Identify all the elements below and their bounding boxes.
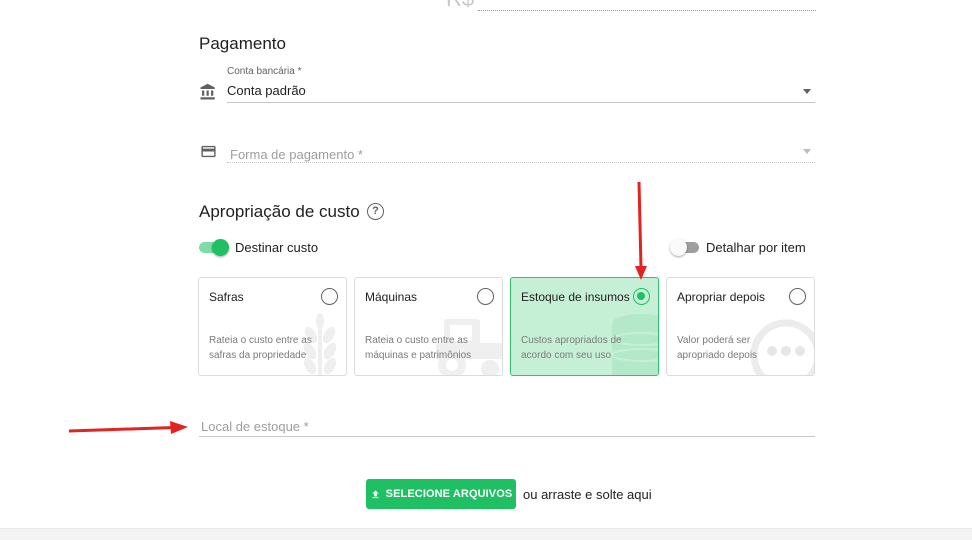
chevron-down-icon[interactable] bbox=[803, 89, 811, 94]
card-title: Estoque de insumos bbox=[521, 290, 630, 304]
credit-card-icon bbox=[199, 143, 218, 165]
option-card-maquinas[interactable]: Máquinas Rateia o custo entre as máquina… bbox=[354, 277, 503, 376]
local-estoque-field[interactable]: Local de estoque * bbox=[199, 416, 815, 438]
bank-icon bbox=[199, 83, 217, 106]
chevron-down-icon[interactable] bbox=[803, 149, 811, 154]
currency-prefix: R$ bbox=[446, 0, 474, 12]
radio-button-selected[interactable] bbox=[633, 288, 650, 305]
drag-drop-hint: ou arraste e solte aqui bbox=[523, 487, 652, 502]
destinar-custo-label: Destinar custo bbox=[235, 240, 319, 255]
conta-bancaria-label: Conta bancária * bbox=[227, 66, 302, 77]
value-field-underline bbox=[478, 10, 816, 11]
card-description: Valor poderá ser apropriado depois bbox=[677, 335, 758, 361]
pagamento-title: Pagamento bbox=[199, 34, 286, 53]
annotation-arrow-right bbox=[68, 421, 188, 434]
toggle-knob bbox=[212, 239, 229, 256]
option-card-apropriar-depois[interactable]: Apropriar depois Valor poderá ser apropr… bbox=[666, 277, 815, 376]
card-description: Rateia o custo entre as safras da propri… bbox=[209, 335, 312, 361]
local-estoque-underline bbox=[199, 436, 815, 437]
footer-bar bbox=[0, 528, 972, 540]
radio-button[interactable] bbox=[321, 288, 338, 305]
local-estoque-placeholder: Local de estoque * bbox=[201, 419, 309, 434]
value-field[interactable]: R$ bbox=[442, 0, 816, 12]
option-card-safras[interactable]: Safras Rateia o custo entre as safras da… bbox=[198, 277, 347, 376]
detalhar-por-item-label: Detalhar por item bbox=[706, 240, 806, 255]
card-title: Safras bbox=[209, 290, 244, 304]
card-description: Custos apropriados de acordo com seu uso bbox=[521, 335, 622, 361]
card-description: Rateia o custo entre as máquinas e patri… bbox=[365, 335, 472, 361]
help-icon[interactable]: ? bbox=[367, 203, 384, 220]
forma-pagamento-placeholder: Forma de pagamento * bbox=[230, 147, 363, 162]
radio-button[interactable] bbox=[477, 288, 494, 305]
option-card-estoque-insumos[interactable]: Estoque de insumos Custos apropriados de… bbox=[510, 277, 659, 376]
select-files-label: SELECIONE ARQUIVOS bbox=[385, 488, 513, 500]
apropriacao-title: Apropriação de custo bbox=[199, 202, 360, 221]
conta-bancaria-underline bbox=[227, 102, 815, 103]
forma-pagamento-underline bbox=[227, 162, 815, 163]
conta-bancaria-select[interactable]: Conta bancária * Conta padrão bbox=[199, 64, 815, 104]
forma-pagamento-select[interactable]: Forma de pagamento * bbox=[199, 142, 815, 164]
destinar-custo-toggle[interactable] bbox=[199, 239, 229, 256]
annotation-arrow-down bbox=[635, 181, 647, 280]
select-files-button[interactable]: SELECIONE ARQUIVOS bbox=[366, 479, 516, 509]
detalhar-por-item-toggle[interactable] bbox=[670, 239, 701, 256]
radio-button[interactable] bbox=[789, 288, 806, 305]
conta-bancaria-value: Conta padrão bbox=[227, 83, 306, 98]
upload-icon bbox=[371, 489, 379, 498]
toggle-knob bbox=[670, 239, 687, 256]
expense-form-page: R$ Pagamento Conta bancária * Conta padr… bbox=[0, 0, 972, 540]
card-title: Apropriar depois bbox=[677, 290, 766, 304]
card-title: Máquinas bbox=[365, 290, 418, 304]
